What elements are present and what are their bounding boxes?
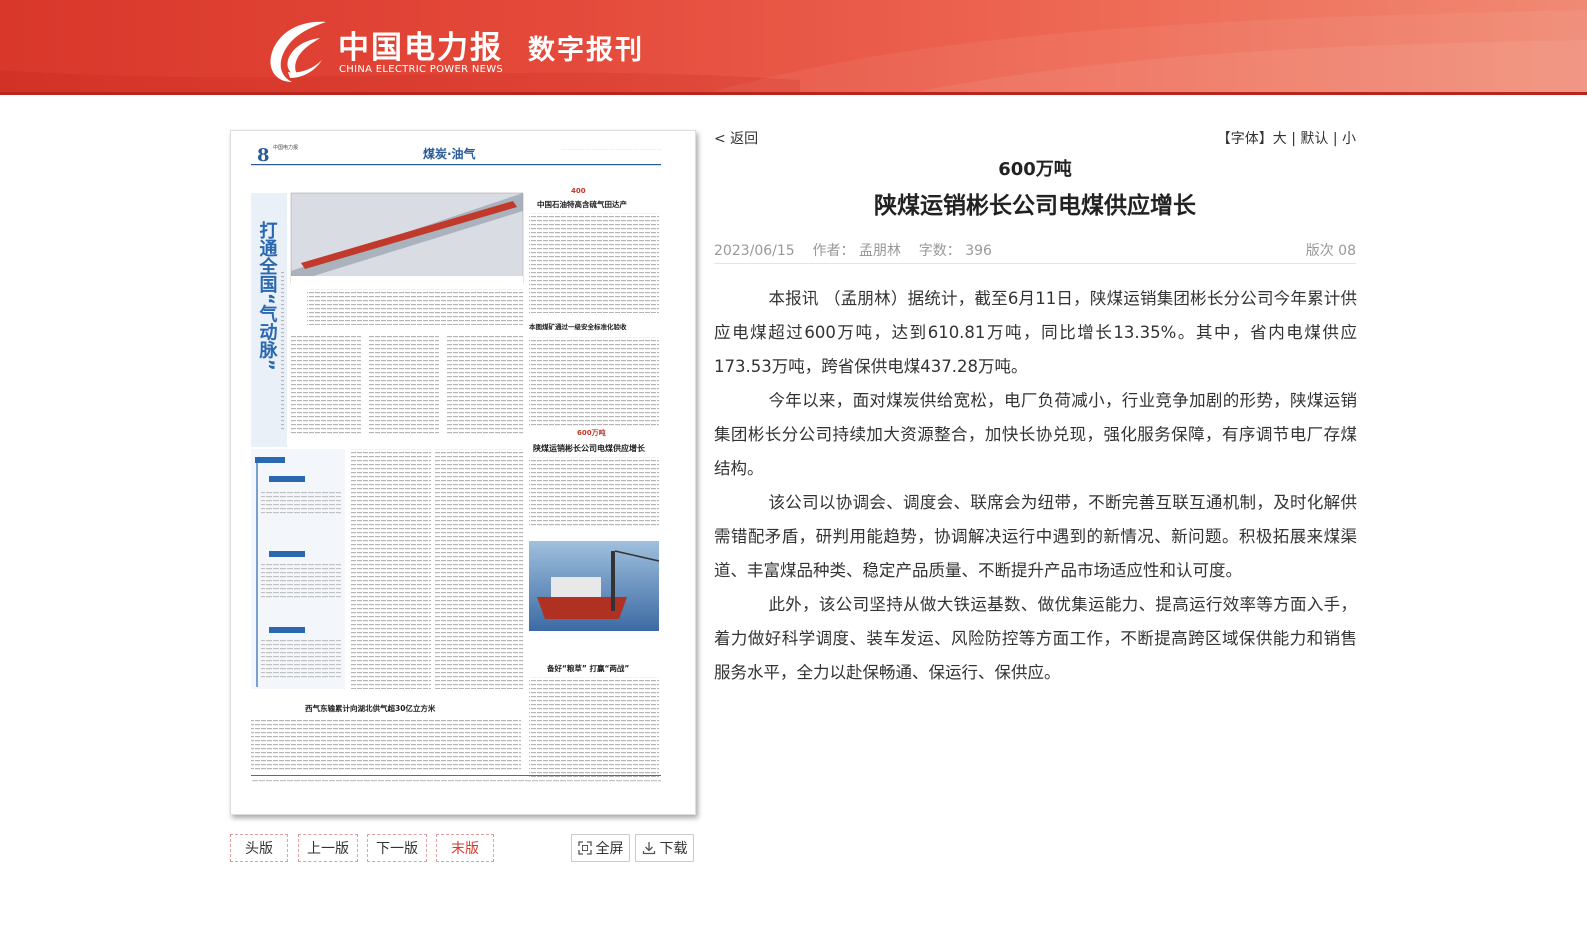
newspaper-page-image[interactable]: 8 中国电力报 煤炭·油气 打通全国“气动脉” 400 中国石油特高含硫气田达产… bbox=[230, 130, 696, 815]
fullscreen-icon bbox=[577, 841, 592, 855]
paper-story-400-title: 中国石油特高含硫气田达产 bbox=[537, 199, 627, 209]
digital-edition-title: 数字报刊 bbox=[528, 35, 644, 66]
article-paragraph: 此外，该公司坚持从做大铁运基数、做优集运能力、提高运行效率等方面入手，着力做好科… bbox=[714, 595, 1357, 682]
article-meta: 2023/06/15 作者： 孟朋林 字数： 396 版次 08 bbox=[714, 238, 1356, 264]
site-header: 中国电力报 CHINA ELECTRIC POWER NEWS 数字报刊 bbox=[0, 0, 1587, 95]
article-edition: 版次 08 bbox=[1305, 243, 1356, 259]
author-label: 作者： bbox=[812, 243, 855, 259]
next-page-button[interactable]: 下一版 bbox=[367, 834, 427, 862]
prev-page-button[interactable]: 上一版 bbox=[298, 834, 358, 862]
paper-story-600-head: 600万吨 bbox=[577, 428, 606, 437]
article-wordcount: 396 bbox=[965, 243, 992, 259]
article-author: 孟朋林 bbox=[858, 243, 901, 259]
paper-story-400-head: 400 bbox=[571, 187, 586, 195]
back-link[interactable]: < 返回 bbox=[714, 128, 758, 148]
article-title: 陕煤运销彬长公司电煤供应增长 bbox=[874, 193, 1196, 219]
header-wave-decoration bbox=[0, 10, 1587, 92]
last-page-button[interactable]: 末版 bbox=[436, 834, 494, 862]
font-large-option[interactable]: 大 bbox=[1273, 131, 1287, 147]
font-default-option[interactable]: 默认 bbox=[1300, 131, 1328, 147]
paper-section-title: 煤炭·油气 bbox=[423, 146, 476, 161]
paper-vertical-headline: 打通全国“气动脉” bbox=[257, 220, 279, 371]
fullscreen-button[interactable]: 全屏 bbox=[571, 834, 630, 862]
logo-english-name[interactable]: CHINA ELECTRIC POWER NEWS bbox=[339, 64, 503, 75]
font-size-label: 【字体】 bbox=[1216, 131, 1273, 147]
article-paragraph: 该公司以协调会、调度会、联席会为纽带，不断完善互联互通机制，及时化解供需错配矛盾… bbox=[714, 493, 1357, 580]
paper-story-gas-title: 西气东输累计向湖北供气超30亿立方米 bbox=[305, 703, 436, 713]
article-subtitle: 600万吨 bbox=[998, 159, 1072, 180]
logo-chinese-name[interactable]: 中国电力报 bbox=[338, 22, 503, 67]
article-body: 本报讯 （孟朋林）据统计，截至6月11日，陕煤运销集团彬长分公司今年累计供应电煤… bbox=[714, 282, 1357, 690]
logo-icon[interactable] bbox=[268, 16, 328, 84]
fullscreen-label: 全屏 bbox=[595, 841, 624, 857]
download-icon bbox=[642, 842, 655, 855]
article-paragraph: 今年以来，面对煤炭供给宽松，电厂负荷减小，行业竞争加剧的形势，陕煤运销集团彬长分… bbox=[714, 391, 1357, 478]
download-button[interactable]: 下载 bbox=[635, 834, 694, 862]
paper-story-ship-title: 备好“粮草” 打赢“两战” bbox=[546, 663, 629, 673]
newspaper-page-render: 8 中国电力报 煤炭·油气 打通全国“气动脉” 400 中国石油特高含硫气田达产… bbox=[251, 144, 661, 783]
article-date: 2023/06/15 bbox=[714, 243, 795, 259]
paper-page-head: 中国电力报 bbox=[273, 144, 298, 151]
paper-story-mine-title: 本图煤矿通过一级安全标准化验收 bbox=[529, 322, 627, 331]
wordcount-label: 字数： bbox=[918, 243, 961, 259]
font-small-option[interactable]: 小 bbox=[1342, 131, 1356, 147]
first-page-button[interactable]: 头版 bbox=[230, 834, 288, 862]
paper-page-number: 8 bbox=[257, 145, 270, 166]
paper-story-600-title: 陕煤运销彬长公司电煤供应增长 bbox=[533, 443, 646, 453]
download-label: 下载 bbox=[659, 841, 688, 857]
article-paragraph: 本报讯 （孟朋林）据统计，截至6月11日，陕煤运销集团彬长分公司今年累计供应电煤… bbox=[714, 289, 1357, 376]
font-size-control: 【字体】大 | 默认 | 小 bbox=[1216, 131, 1356, 147]
